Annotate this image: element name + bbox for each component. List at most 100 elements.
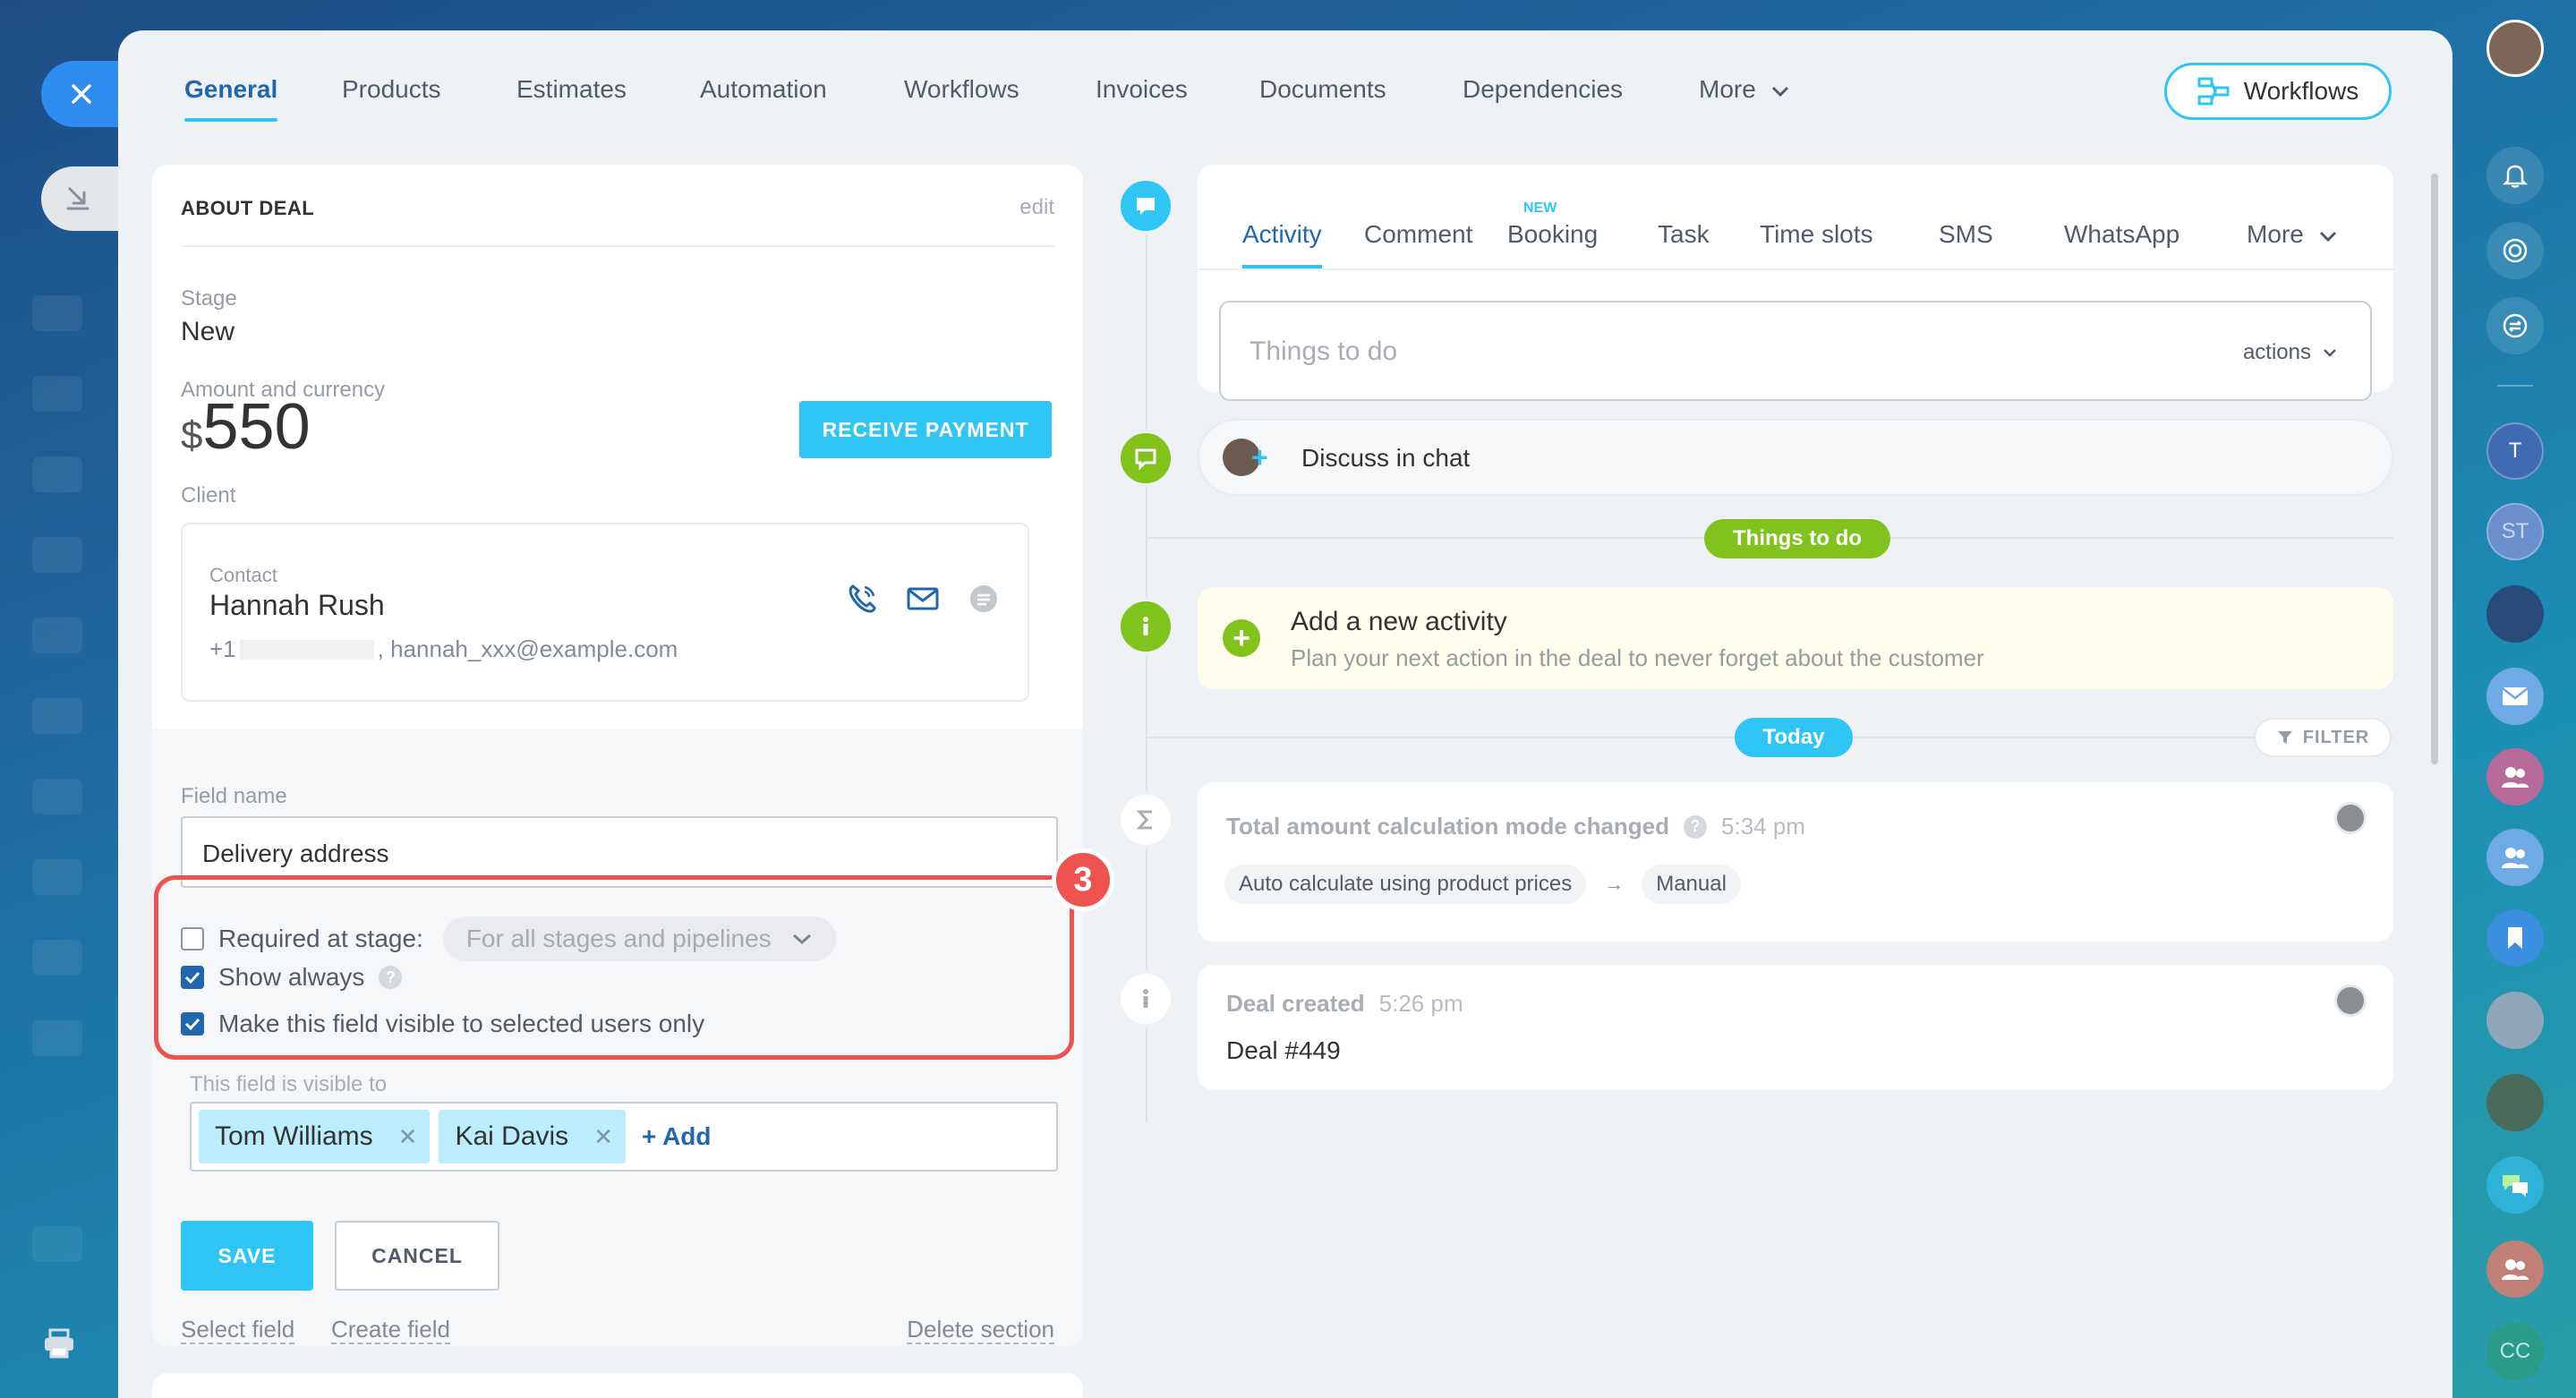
user-avatar[interactable] xyxy=(2486,20,2544,77)
things-to-do-pill: Things to do xyxy=(1704,519,1890,558)
mail-icon[interactable] xyxy=(906,582,940,616)
close-slider-button[interactable] xyxy=(41,61,124,127)
tab-dependencies[interactable]: Dependencies xyxy=(1463,75,1623,104)
user-tag: Kai Davis ✕ xyxy=(439,1110,626,1164)
add-new-activity-card[interactable]: + Add a new activity Plan your next acti… xyxy=(1198,587,2393,689)
tab-more[interactable]: More xyxy=(1699,75,1790,104)
user-tag: Tom Williams ✕ xyxy=(199,1110,431,1164)
user-tag-name: Kai Davis xyxy=(455,1121,569,1151)
visible-users-selector[interactable]: Tom Williams ✕ Kai Davis ✕ + Add xyxy=(190,1102,1058,1172)
author-avatar[interactable] xyxy=(2334,985,2367,1017)
workflow-icon xyxy=(2197,77,2230,106)
discuss-in-chat-label: Discuss in chat xyxy=(1301,444,1471,472)
blurred-menu-item xyxy=(32,456,82,492)
contact-name[interactable]: Hannah Rush xyxy=(209,589,385,622)
next-section-card xyxy=(152,1373,1083,1398)
workflows-button-label: Workflows xyxy=(2243,77,2359,105)
group-chat-button[interactable] xyxy=(2486,748,2544,806)
chat-button[interactable] xyxy=(2486,1156,2544,1214)
edit-section-link[interactable]: edit xyxy=(1019,195,1054,220)
chat-icon[interactable] xyxy=(967,582,1001,616)
stage-value: New xyxy=(181,317,235,346)
actions-label: actions xyxy=(2242,340,2311,364)
workflows-button[interactable]: Workflows xyxy=(2164,63,2392,120)
minimize-slider-button[interactable] xyxy=(41,166,118,231)
activity-timeline-icon xyxy=(1117,177,1174,234)
tab-time-slots[interactable]: Time slots xyxy=(1760,220,1873,249)
scrollbar[interactable] xyxy=(2431,174,2438,764)
remove-user-icon[interactable]: ✕ xyxy=(593,1123,613,1151)
tab-activity-more[interactable]: More xyxy=(2247,220,2338,249)
create-field-link[interactable]: Create field xyxy=(331,1316,450,1344)
tab-invoices[interactable]: Invoices xyxy=(1096,75,1188,104)
plus-icon: + xyxy=(1223,619,1260,657)
things-to-do-placeholder: Things to do xyxy=(1250,337,1398,366)
contact-type: Contact xyxy=(209,564,277,586)
user-avatar-initials[interactable]: T xyxy=(2486,422,2544,480)
author-avatar[interactable] xyxy=(2334,802,2367,834)
notifications-button[interactable] xyxy=(2486,147,2544,204)
tab-automation[interactable]: Automation xyxy=(700,75,827,104)
tab-estimates[interactable]: Estimates xyxy=(516,75,627,104)
event-time: 5:26 pm xyxy=(1378,990,1463,1017)
contact-actions xyxy=(845,582,1001,616)
tab-documents[interactable]: Documents xyxy=(1259,75,1386,104)
info-icon xyxy=(1143,989,1148,1008)
receive-payment-button[interactable]: RECEIVE PAYMENT xyxy=(799,401,1052,458)
save-button[interactable]: SAVE xyxy=(181,1221,313,1291)
cancel-button[interactable]: CANCEL xyxy=(335,1221,499,1291)
mail-button[interactable] xyxy=(2486,668,2544,725)
tab-task[interactable]: Task xyxy=(1658,220,1710,249)
event-time: 5:34 pm xyxy=(1721,813,1805,840)
deal-link[interactable]: Deal #449 xyxy=(1226,1036,1341,1065)
tab-booking[interactable]: Booking xyxy=(1507,220,1598,249)
help-icon[interactable]: ? xyxy=(1684,814,1708,839)
tab-general[interactable]: General xyxy=(184,75,278,122)
currency-symbol: $ xyxy=(181,413,203,457)
close-icon xyxy=(72,84,91,104)
event-title-row: Deal created 5:26 pm xyxy=(1226,990,1463,1018)
section-title: ABOUT DEAL xyxy=(181,197,315,219)
filter-button[interactable]: FILTER xyxy=(2254,718,2392,757)
select-field-link[interactable]: Select field xyxy=(181,1316,295,1344)
chat-timeline-icon xyxy=(1117,430,1174,487)
print-icon[interactable] xyxy=(43,1328,75,1359)
delete-section-link[interactable]: Delete section xyxy=(907,1316,1054,1344)
info-icon xyxy=(1143,617,1148,635)
new-value-chip: Manual xyxy=(1642,865,1741,904)
phone-icon[interactable] xyxy=(845,582,879,616)
group-icon xyxy=(2502,848,2529,868)
user-avatar[interactable] xyxy=(2486,992,2544,1049)
event-title-row: Total amount calculation mode changed ? … xyxy=(1226,813,1805,840)
tab-whatsapp[interactable]: WhatsApp xyxy=(2064,220,2179,249)
add-user-link[interactable]: + Add xyxy=(642,1122,712,1151)
discuss-in-chat[interactable]: + Discuss in chat xyxy=(1198,419,2393,496)
user-avatar[interactable] xyxy=(2486,585,2544,643)
tab-sms[interactable]: SMS xyxy=(1939,220,1993,249)
user-avatar-initials[interactable]: CC xyxy=(2486,1323,2544,1380)
blurred-menu-item xyxy=(32,537,82,573)
tab-activity[interactable]: Activity xyxy=(1242,220,1322,269)
today-pill: Today xyxy=(1735,718,1853,757)
target-button[interactable] xyxy=(2486,222,2544,279)
visible-to-label: This field is visible to xyxy=(190,1072,388,1096)
tab-comment[interactable]: Comment xyxy=(1364,220,1472,249)
sync-button[interactable] xyxy=(2486,297,2544,354)
tab-products[interactable]: Products xyxy=(342,75,441,104)
comment-icon xyxy=(1137,198,1155,215)
things-to-do-input[interactable]: Things to do actions xyxy=(1219,301,2372,401)
actions-dropdown[interactable]: actions xyxy=(2243,340,2338,365)
tab-more-label: More xyxy=(1699,75,1756,103)
remove-user-icon[interactable]: ✕ xyxy=(398,1123,418,1151)
group-chat-button[interactable] xyxy=(2486,829,2544,886)
group-chat-button[interactable] xyxy=(2486,1240,2544,1298)
chevron-down-icon xyxy=(1771,86,1788,98)
minimize-icon xyxy=(66,187,90,210)
sum-timeline-icon xyxy=(1117,791,1174,848)
user-avatar[interactable] xyxy=(2486,1074,2544,1131)
bookmark-button[interactable] xyxy=(2486,909,2544,967)
contact-email[interactable]: , hannah_xxx@example.com xyxy=(378,635,678,663)
about-deal-summary: ABOUT DEAL edit Stage New Amount and cur… xyxy=(152,165,1083,729)
tab-workflows[interactable]: Workflows xyxy=(904,75,1019,104)
user-avatar-initials[interactable]: ST xyxy=(2486,503,2544,560)
